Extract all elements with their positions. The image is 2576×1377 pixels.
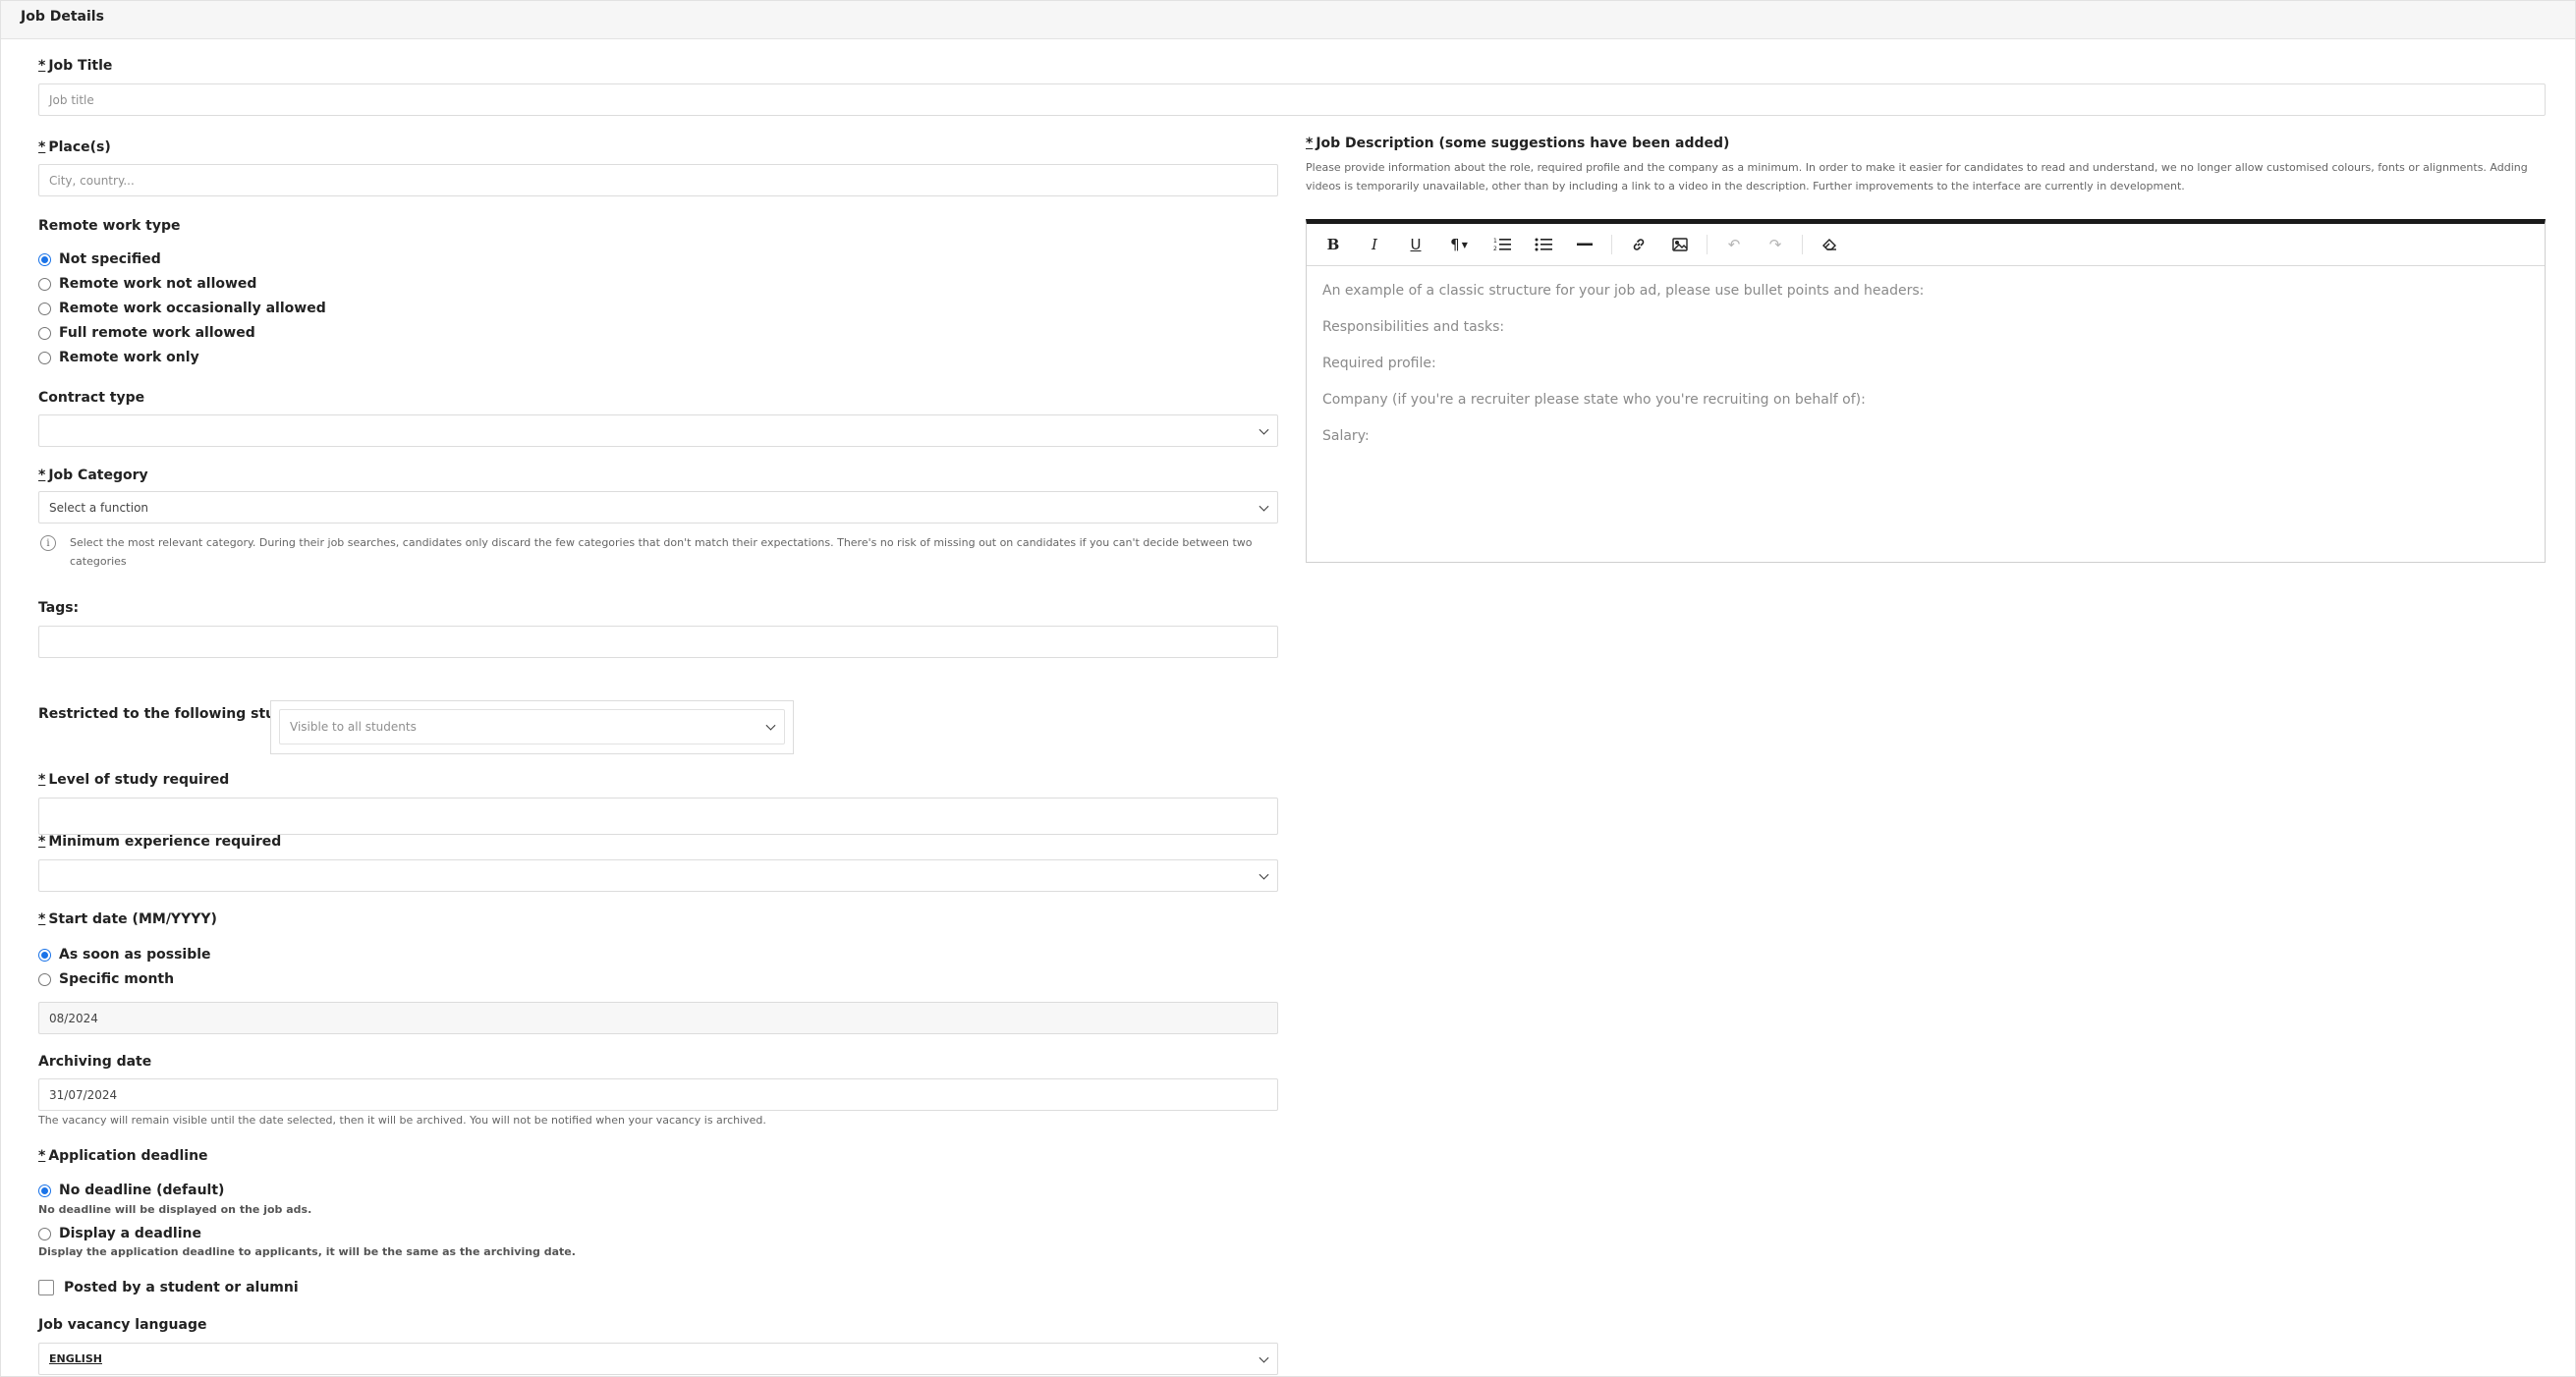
job-description-label: * Job Description (some suggestions have …: [1306, 136, 1730, 151]
radio-icon: [38, 302, 51, 315]
radio-icon: [38, 326, 51, 340]
radio-icon: [38, 277, 51, 291]
italic-icon[interactable]: I: [1360, 230, 1389, 259]
language-select[interactable]: ENGLISH: [38, 1343, 1278, 1375]
editor-line: An example of a classic structure for yo…: [1322, 283, 1925, 299]
chevron-down-icon: [1259, 869, 1269, 880]
svg-text:2: 2: [1493, 246, 1497, 252]
radio-icon: [38, 351, 51, 364]
start-date-input[interactable]: 08/2024: [38, 1002, 1278, 1034]
experience-select[interactable]: [38, 859, 1278, 892]
job-description-help: Please provide information about the rol…: [1306, 161, 2528, 193]
chevron-down-icon: [765, 720, 776, 731]
places-label: * Place(s): [38, 139, 111, 155]
chevron-down-icon: [1259, 1352, 1269, 1363]
job-details-panel: Job Details * Job Title Job title * Place(…: [0, 0, 2576, 1377]
contract-type-select[interactable]: [38, 414, 1278, 447]
job-category-select[interactable]: Select a function: [38, 491, 1278, 523]
clear-format-icon[interactable]: [1815, 230, 1844, 259]
chevron-down-icon: [1259, 501, 1269, 512]
study-level-input[interactable]: [38, 798, 1278, 835]
deadline-option-display-help: Display the application deadline to appl…: [38, 1245, 576, 1258]
remote-option-not-specified[interactable]: Not specified: [38, 249, 161, 269]
posted-by-student-checkbox[interactable]: [38, 1280, 54, 1295]
deadline-option-none-help: No deadline will be displayed on the job…: [38, 1203, 312, 1216]
deadline-option-none[interactable]: No deadline (default): [38, 1181, 224, 1200]
archiving-date-help: The vacancy will remain visible until th…: [38, 1114, 766, 1127]
link-icon[interactable]: [1624, 230, 1653, 259]
info-icon: i: [40, 535, 56, 551]
tags-label: Tags:: [38, 600, 80, 616]
image-icon[interactable]: [1665, 230, 1695, 259]
editor-line: Responsibilities and tasks:: [1322, 319, 1505, 335]
radio-icon: [38, 1227, 51, 1240]
archiving-date-label: Archiving date: [38, 1054, 152, 1070]
restricted-box: Visible to all students: [270, 700, 794, 754]
start-option-asap[interactable]: As soon as possible: [38, 945, 211, 964]
svg-text:1: 1: [1493, 238, 1497, 245]
start-option-specific-month[interactable]: Specific month: [38, 969, 174, 989]
deadline-label: * Application deadline: [38, 1148, 208, 1164]
start-date-label: * Start date (MM/YYYY): [38, 911, 217, 927]
experience-label: * Minimum experience required: [38, 834, 282, 850]
job-category-label: * Job Category: [38, 468, 148, 483]
job-category-help: Select the most relevant category. Durin…: [70, 536, 1253, 568]
job-title-input[interactable]: Job title: [38, 83, 2546, 116]
contract-type-label: Contract type: [38, 390, 145, 406]
archiving-date-input[interactable]: 31/07/2024: [38, 1078, 1278, 1111]
undo-icon[interactable]: ↶: [1719, 230, 1749, 259]
restricted-select[interactable]: Visible to all students: [279, 709, 785, 744]
editor-line: Required profile:: [1322, 356, 1436, 371]
radio-icon: [38, 948, 51, 962]
underline-icon[interactable]: U: [1401, 230, 1430, 259]
language-label: Job vacancy language: [38, 1317, 207, 1333]
radio-icon: [38, 252, 51, 266]
editor-line: Salary:: [1322, 428, 1370, 444]
radio-icon: [38, 972, 51, 986]
study-level-label: * Level of study required: [38, 772, 230, 788]
chevron-down-icon: [1259, 424, 1269, 435]
tags-input[interactable]: [38, 626, 1278, 658]
horizontal-rule-icon[interactable]: [1570, 230, 1599, 259]
paragraph-format-icon[interactable]: ¶ ▼: [1442, 230, 1476, 259]
posted-by-student-row[interactable]: Posted by a student or alumni: [38, 1280, 299, 1295]
remote-option-only[interactable]: Remote work only: [38, 348, 199, 367]
redo-icon[interactable]: ↷: [1761, 230, 1790, 259]
job-description-editor[interactable]: B I U ¶ ▼ 12 ↶ ↷ An example of a classic…: [1306, 219, 2546, 563]
remote-option-full[interactable]: Full remote work allowed: [38, 323, 255, 343]
job-title-label: * Job Title: [38, 58, 113, 74]
deadline-option-display[interactable]: Display a deadline: [38, 1224, 201, 1243]
panel-title: Job Details: [21, 9, 104, 25]
bullet-list-icon[interactable]: [1529, 230, 1558, 259]
remote-option-occasionally[interactable]: Remote work occasionally allowed: [38, 299, 326, 318]
editor-line: Company (if you're a recruiter please st…: [1322, 392, 1866, 408]
remote-work-label: Remote work type: [38, 218, 181, 234]
panel-header: Job Details: [1, 1, 2575, 39]
bold-icon[interactable]: B: [1318, 230, 1348, 259]
places-input[interactable]: City, country...: [38, 164, 1278, 196]
editor-toolbar: B I U ¶ ▼ 12 ↶ ↷: [1307, 224, 2545, 266]
ordered-list-icon[interactable]: 12: [1487, 230, 1517, 259]
radio-icon: [38, 1184, 51, 1197]
remote-option-not-allowed[interactable]: Remote work not allowed: [38, 274, 256, 294]
